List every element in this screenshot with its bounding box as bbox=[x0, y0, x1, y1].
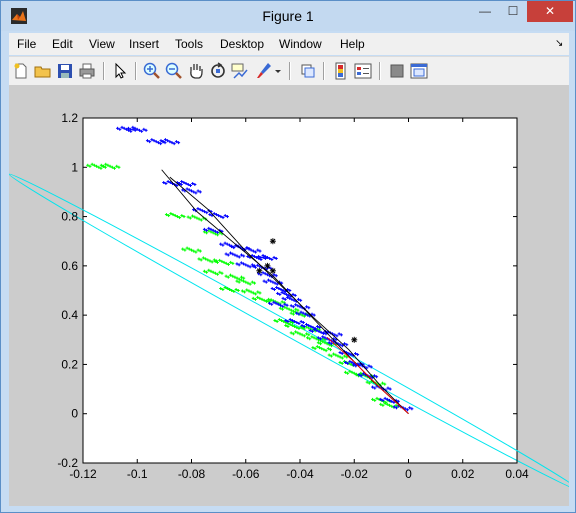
x-tick-label: -0.06 bbox=[232, 467, 260, 481]
pan-hand-icon[interactable] bbox=[186, 61, 206, 81]
menu-bar: File Edit View Insert Tools Desktop Wind… bbox=[9, 33, 569, 55]
show-plot-tools-icon[interactable] bbox=[409, 61, 429, 81]
toolbar-separator bbox=[323, 62, 325, 80]
star-marker bbox=[256, 267, 263, 274]
menu-tools[interactable]: Tools bbox=[175, 37, 203, 51]
data-cursor-icon[interactable] bbox=[230, 61, 250, 81]
y-tick-label: 0.6 bbox=[61, 259, 78, 273]
figure-toolbar bbox=[9, 56, 569, 86]
menu-view[interactable]: View bbox=[89, 37, 115, 51]
plot-axes-background bbox=[82, 117, 518, 464]
toolbar-separator bbox=[103, 62, 105, 80]
scatter-plot[interactable]: -0.12 -0.1 -0.08 -0.06 -0.04 -0.02 0 0.02 0.04-0… bbox=[9, 85, 569, 506]
minimize-button[interactable]: — bbox=[471, 1, 499, 22]
link-plot-icon[interactable] bbox=[298, 61, 318, 81]
x-tick-label: -0.04 bbox=[286, 467, 314, 481]
save-icon[interactable] bbox=[55, 61, 75, 81]
insert-legend-icon[interactable] bbox=[353, 61, 373, 81]
x-tick-label: 0.04 bbox=[505, 467, 529, 481]
y-tick-label: 1 bbox=[71, 160, 78, 174]
menu-window[interactable]: Window bbox=[279, 37, 322, 51]
x-tick-label: 0 bbox=[405, 467, 412, 481]
x-tick-label: 0.02 bbox=[451, 467, 475, 481]
y-tick-label: 1.2 bbox=[61, 111, 78, 125]
menu-insert[interactable]: Insert bbox=[129, 37, 159, 51]
y-tick-label: 0 bbox=[71, 407, 78, 421]
menu-edit[interactable]: Edit bbox=[52, 37, 73, 51]
open-file-icon[interactable] bbox=[33, 61, 53, 81]
edit-plot-arrow-icon[interactable] bbox=[110, 61, 130, 81]
x-tick-label: -0.1 bbox=[127, 467, 148, 481]
star-marker bbox=[269, 267, 276, 274]
menu-file[interactable]: File bbox=[17, 37, 36, 51]
new-figure-icon[interactable] bbox=[11, 61, 31, 81]
x-tick-label: -0.08 bbox=[178, 467, 206, 481]
print-icon[interactable] bbox=[77, 61, 97, 81]
maximize-button[interactable]: ☐ bbox=[499, 1, 527, 22]
figure-canvas-area: -0.12 -0.1 -0.08 -0.06 -0.04 -0.02 0 0.02 0.04 -0… bbox=[9, 85, 569, 506]
zoom-in-icon[interactable] bbox=[142, 61, 162, 81]
hide-plot-tools-icon[interactable] bbox=[387, 61, 407, 81]
dock-arrow-icon[interactable]: ↘ bbox=[555, 38, 563, 49]
title-bar[interactable]: Figure 1 — ☐ ✕ bbox=[1, 1, 575, 31]
y-tick-label: -0.2 bbox=[57, 456, 78, 470]
menu-desktop[interactable]: Desktop bbox=[220, 37, 264, 51]
y-tick-label: 0.2 bbox=[61, 357, 78, 371]
brush-icon[interactable] bbox=[254, 61, 274, 81]
star-marker bbox=[269, 238, 276, 245]
menu-help[interactable]: Help bbox=[340, 37, 365, 51]
close-button[interactable]: ✕ bbox=[527, 1, 573, 22]
toolbar-separator bbox=[135, 62, 137, 80]
star-marker bbox=[351, 336, 358, 343]
zoom-out-icon[interactable] bbox=[164, 61, 184, 81]
x-tick-label: -0.02 bbox=[341, 467, 369, 481]
rotate-3d-icon[interactable] bbox=[208, 61, 228, 81]
toolbar-separator bbox=[379, 62, 381, 80]
insert-colorbar-icon[interactable] bbox=[331, 61, 351, 81]
y-tick-label: 0.4 bbox=[61, 308, 78, 322]
figure-window: Figure 1 — ☐ ✕ File Edit View Insert Too… bbox=[0, 0, 576, 513]
y-tick-label: 0.8 bbox=[61, 210, 78, 224]
toolbar-separator bbox=[289, 62, 291, 80]
star-marker bbox=[264, 262, 271, 269]
brush-dropdown-icon[interactable] bbox=[273, 61, 283, 81]
